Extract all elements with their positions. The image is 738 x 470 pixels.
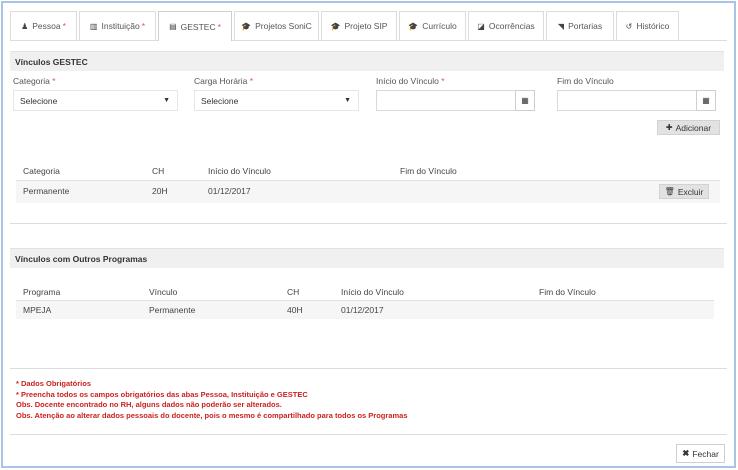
inicio-label-text: Início do Vínculo bbox=[376, 76, 439, 86]
col-inicio: Início do Vínculo bbox=[341, 287, 404, 297]
caret-down-icon: ▼ bbox=[344, 97, 351, 104]
user-icon: ♟ bbox=[21, 21, 29, 31]
graduation-cap-icon: 🎓 bbox=[408, 21, 419, 31]
col-fim: Fim do Vínculo bbox=[400, 166, 457, 176]
tab-gestec[interactable]: ▤ GESTEC * bbox=[158, 11, 232, 41]
gestec-title: Vínculos GESTEC bbox=[15, 56, 88, 67]
calendar-icon: ▦ bbox=[702, 96, 710, 105]
note-shared-data: Obs. Atenção ao alterar dados pessoais d… bbox=[16, 410, 408, 420]
note-required: * Dados Obrigatórios bbox=[16, 379, 92, 388]
tab-divider bbox=[10, 40, 727, 41]
delete-button[interactable]: 🗑 Excluir bbox=[659, 184, 709, 199]
gestec-panel-title: Vínculos GESTEC bbox=[10, 51, 724, 71]
note-fill-required: * Preencha todos os campos obrigatórios … bbox=[16, 389, 308, 399]
cell-ch: 20H bbox=[152, 186, 168, 196]
inicio-vinculo-input[interactable] bbox=[376, 90, 516, 111]
col-fim: Fim do Vínculo bbox=[539, 287, 596, 297]
outros-title: Vínculos com Outros Programas bbox=[15, 253, 148, 264]
tab-portarias[interactable]: ◥ Portarias bbox=[546, 11, 614, 40]
cell-ch: 40H bbox=[287, 305, 303, 315]
col-categoria: Categoria bbox=[23, 166, 60, 176]
carga-horaria-select[interactable]: Selecione ▼ bbox=[194, 90, 359, 111]
dialog-frame: ♟ Pessoa * ▥ Instituição * ▤ GESTEC * 🎓 … bbox=[1, 1, 736, 468]
fim-vinculo-label: Fim do Vínculo bbox=[557, 76, 614, 86]
tab-label: Portarias bbox=[568, 21, 603, 31]
delete-label: Excluir bbox=[677, 186, 704, 197]
categoria-label: Categoria * bbox=[13, 76, 56, 86]
required-mark: * bbox=[141, 21, 146, 31]
trash-icon: 🗑 bbox=[664, 187, 675, 196]
close-icon: ✖ bbox=[682, 448, 690, 458]
tab-bar: ♟ Pessoa * ▥ Instituição * ▤ GESTEC * 🎓 … bbox=[10, 11, 681, 41]
carga-selected-value: Selecione bbox=[201, 95, 239, 106]
cell-inicio: 01/12/2017 bbox=[208, 186, 251, 196]
tab-historico[interactable]: ↺ Histórico bbox=[616, 11, 679, 40]
tab-label: Histórico bbox=[636, 21, 670, 31]
fim-label-text: Fim do Vínculo bbox=[557, 76, 614, 86]
cell-programa: MPEJA bbox=[23, 305, 52, 315]
close-label: Fechar bbox=[692, 448, 719, 459]
note-rh: Obs. Docente encontrado no RH, alguns da… bbox=[16, 400, 282, 409]
tab-label: Pessoa bbox=[32, 21, 61, 31]
col-vinculo: Vínculo bbox=[149, 287, 178, 297]
section-separator bbox=[10, 368, 727, 369]
required-mark: * bbox=[52, 76, 56, 86]
tab-ocorrencias[interactable]: ◪ Ocorrências bbox=[468, 11, 544, 40]
book-icon: ◪ bbox=[477, 21, 485, 31]
tab-label: GESTEC bbox=[180, 21, 216, 32]
tab-label: Projeto SIP bbox=[344, 21, 388, 31]
inicio-vinculo-label: Início do Vínculo * bbox=[376, 76, 445, 86]
section-separator bbox=[10, 223, 727, 224]
plus-icon: ✚ bbox=[665, 123, 673, 132]
graduation-cap-icon: 🎓 bbox=[330, 21, 341, 31]
tab-projetos-sonic[interactable]: 🎓 Projetos SoniC bbox=[234, 11, 319, 40]
col-inicio: Início do Vínculo bbox=[208, 166, 271, 176]
graduation-cap-icon: 🎓 bbox=[241, 21, 252, 31]
tag-icon: ◥ bbox=[557, 21, 565, 31]
tab-pessoa[interactable]: ♟ Pessoa * bbox=[10, 11, 77, 40]
history-icon: ↺ bbox=[625, 21, 633, 31]
close-button[interactable]: ✖ Fechar bbox=[676, 444, 725, 463]
categoria-selected-value: Selecione bbox=[20, 95, 58, 106]
categoria-select[interactable]: Selecione ▼ bbox=[13, 90, 178, 111]
tab-curriculo[interactable]: 🎓 Currículo bbox=[399, 11, 466, 40]
required-mark: * bbox=[217, 21, 221, 32]
required-mark: * bbox=[62, 21, 66, 31]
col-ch: CH bbox=[287, 287, 300, 297]
carga-horaria-label: Carga Horária * bbox=[194, 76, 253, 86]
col-programa: Programa bbox=[23, 287, 61, 297]
calendar-icon: ▦ bbox=[521, 96, 529, 105]
required-mark: * bbox=[249, 76, 254, 86]
carga-label-text: Carga Horária bbox=[194, 76, 248, 86]
calendar-button-inicio[interactable]: ▦ bbox=[515, 90, 535, 111]
tab-label: Projetos SoniC bbox=[255, 21, 312, 31]
tab-instituicao[interactable]: ▥ Instituição * bbox=[79, 11, 156, 40]
tab-label: Currículo bbox=[422, 21, 457, 31]
tab-label: Ocorrências bbox=[488, 21, 535, 31]
list-icon: ▤ bbox=[169, 22, 177, 31]
cell-vinculo: Permanente bbox=[149, 305, 196, 315]
cell-inicio: 01/12/2017 bbox=[341, 305, 384, 315]
fim-vinculo-input[interactable] bbox=[557, 90, 697, 111]
outros-panel-title: Vínculos com Outros Programas bbox=[10, 248, 724, 268]
categoria-label-text: Categoria bbox=[13, 76, 50, 86]
cell-categoria: Permanente bbox=[23, 186, 70, 196]
tab-label: Instituição bbox=[101, 21, 140, 31]
footer-separator bbox=[10, 434, 727, 435]
required-mark: * bbox=[441, 76, 445, 86]
caret-down-icon: ▼ bbox=[163, 97, 170, 104]
institution-icon: ▥ bbox=[89, 21, 98, 31]
notes-block: * Dados Obrigatórios * Preencha todos os… bbox=[16, 379, 408, 421]
calendar-button-fim[interactable]: ▦ bbox=[696, 90, 716, 111]
col-ch: CH bbox=[152, 166, 165, 176]
add-button[interactable]: ✚ Adicionar bbox=[657, 120, 720, 135]
table-row bbox=[16, 180, 720, 203]
tab-projeto-sip[interactable]: 🎓 Projeto SIP bbox=[321, 11, 397, 40]
add-label: Adicionar bbox=[675, 122, 712, 133]
